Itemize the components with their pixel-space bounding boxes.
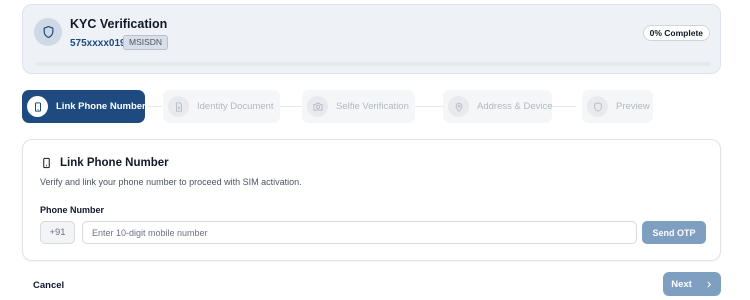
next-label: Next (671, 278, 692, 290)
step-selfie-verification[interactable]: Selfie Verification (302, 90, 415, 123)
kyc-stepper: Link Phone Number Identity Document Self… (22, 90, 662, 123)
step-label: Preview (616, 101, 650, 112)
phone-icon (27, 96, 48, 117)
kyc-header-card: KYC Verification 575xxxx019 MSISDN 0% Co… (22, 4, 721, 74)
chevron-right-icon (707, 281, 711, 287)
card-description: Verify and link your phone number to pro… (40, 177, 302, 187)
cancel-button[interactable]: Cancel (33, 280, 64, 291)
link-phone-card: Link Phone Number Verify and link your p… (22, 139, 721, 261)
camera-icon (307, 96, 328, 117)
page-title: KYC Verification (70, 17, 168, 31)
step-label: Link Phone Number (56, 101, 146, 112)
step-preview[interactable]: Preview (582, 90, 653, 123)
step-label: Identity Document (197, 101, 274, 112)
step-address-device[interactable]: Address & Device (443, 90, 553, 123)
location-pin-icon (448, 96, 469, 117)
document-icon (168, 96, 189, 117)
shield-icon (587, 96, 608, 117)
step-connector (415, 106, 443, 107)
header-badge (34, 18, 62, 46)
step-connector (280, 106, 302, 107)
step-connector (552, 106, 576, 107)
progress-bar (35, 62, 710, 66)
step-label: Address & Device (477, 101, 553, 112)
country-code-prefix: +91 (40, 221, 75, 244)
phone-number-input[interactable] (82, 221, 637, 244)
completion-status-badge: 0% Complete (642, 25, 710, 41)
card-title: Link Phone Number (60, 157, 169, 169)
phone-number-masked: 575xxxx019 (70, 38, 126, 49)
next-button[interactable]: Next (663, 272, 721, 296)
phone-icon (41, 156, 52, 175)
step-identity-document[interactable]: Identity Document (163, 90, 280, 123)
msisdn-badge: MSISDN (123, 35, 169, 50)
step-label: Selfie Verification (336, 101, 409, 112)
step-link-phone-number[interactable]: Link Phone Number (22, 90, 146, 123)
phone-number-label: Phone Number (40, 205, 105, 215)
shield-icon (43, 25, 53, 39)
step-connector (148, 106, 162, 107)
send-otp-button[interactable]: Send OTP (642, 221, 706, 244)
